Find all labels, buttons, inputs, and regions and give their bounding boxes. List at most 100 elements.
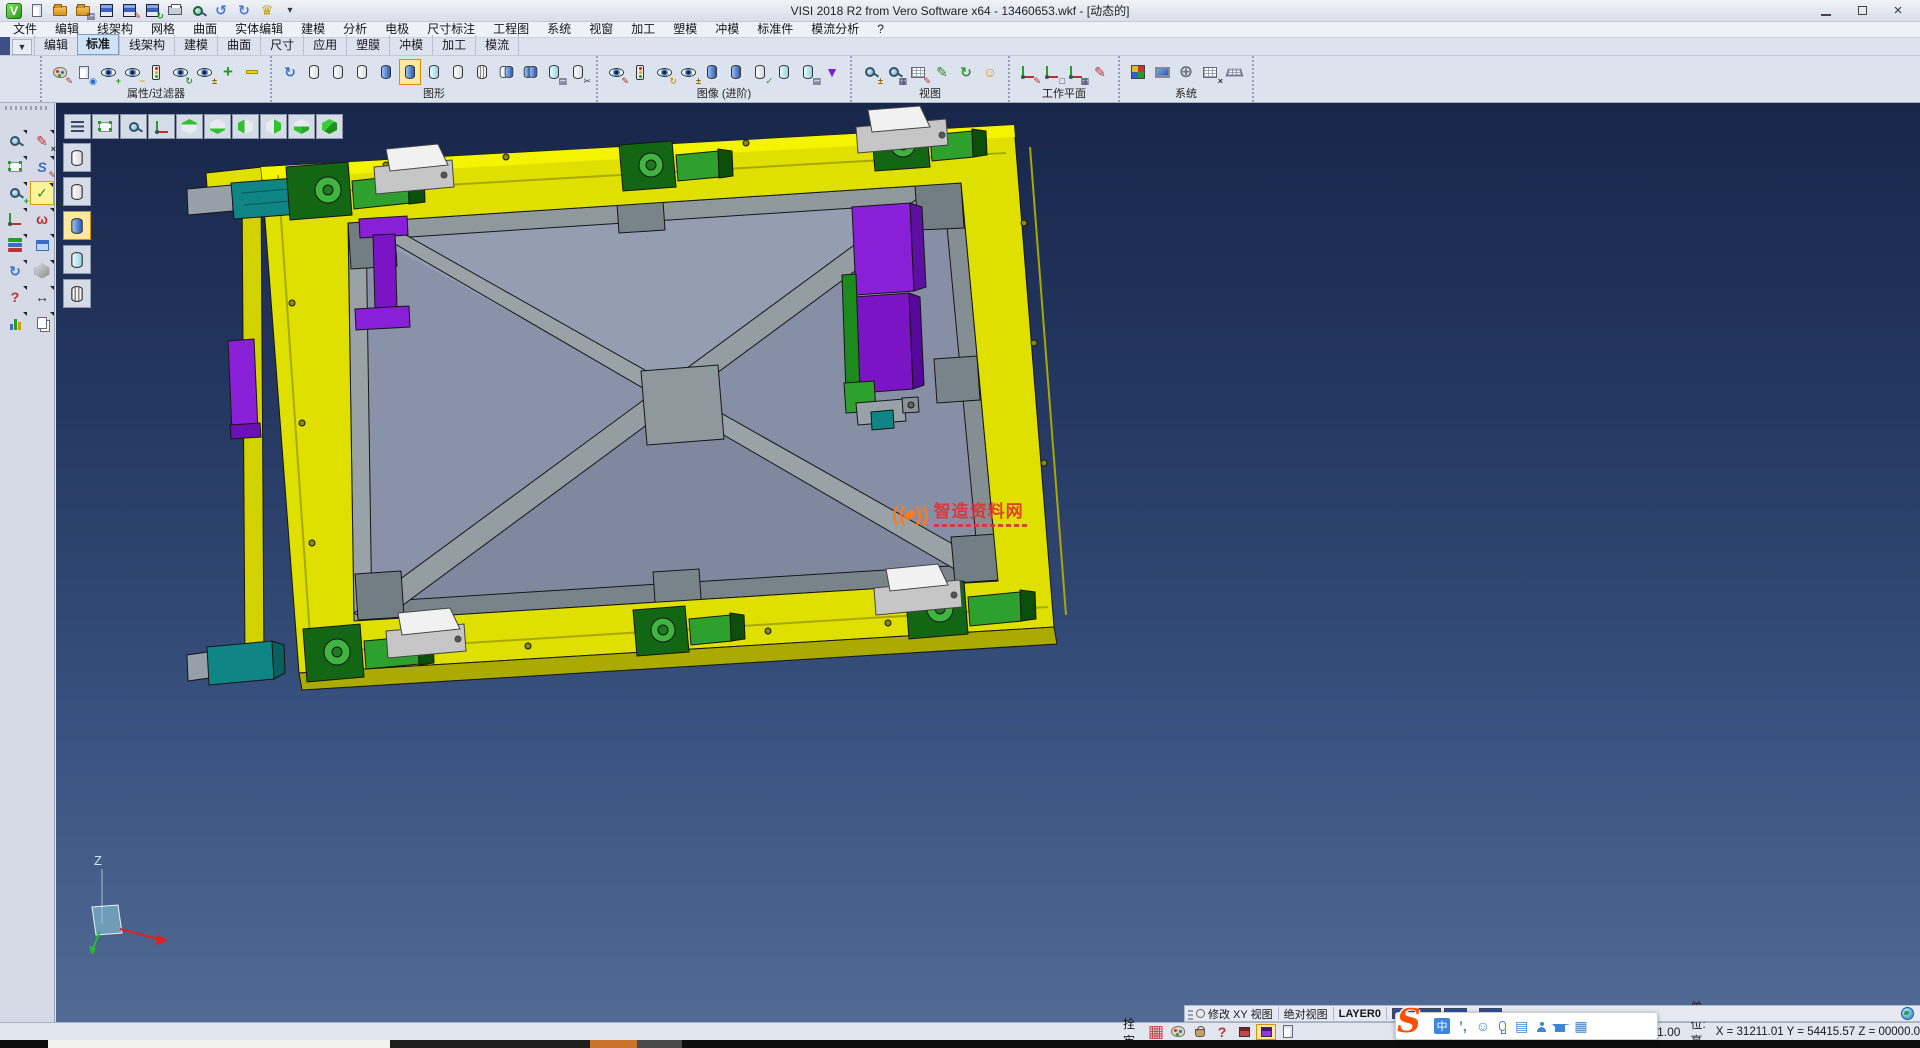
save-icon[interactable]	[96, 2, 116, 20]
traffic-light-icon[interactable]	[629, 59, 651, 85]
globe-icon[interactable]: ⊕	[1175, 59, 1197, 85]
close-button[interactable]: ×	[1880, 1, 1916, 21]
refresh-blue-icon[interactable]: ↻	[3, 259, 27, 283]
save-as-icon[interactable]: ✎	[119, 2, 139, 20]
tab-冲模[interactable]: 冲模	[389, 35, 432, 55]
menu-模流分析[interactable]: 模流分析	[802, 22, 868, 37]
menu-标准件[interactable]: 标准件	[748, 22, 802, 37]
menu-?[interactable]: ?	[868, 22, 893, 37]
maximize-button[interactable]	[1844, 1, 1880, 21]
redo-icon[interactable]: ↻	[234, 2, 254, 20]
minus-yellow-icon[interactable]	[241, 59, 263, 85]
microphone-icon[interactable]	[1499, 1021, 1506, 1031]
smiley-icon[interactable]: ☺	[979, 59, 1001, 85]
app-logo-icon[interactable]: V	[4, 2, 24, 20]
sidebar-grip[interactable]	[5, 106, 49, 110]
person-icon[interactable]	[1537, 1020, 1546, 1032]
books-icon[interactable]	[3, 233, 27, 257]
menu-list-icon[interactable]	[64, 114, 91, 139]
eye-minus-icon[interactable]: −	[121, 59, 143, 85]
cube-top-icon[interactable]	[176, 114, 203, 139]
tab-应用[interactable]: 应用	[303, 35, 346, 55]
frame-select-icon[interactable]	[3, 155, 27, 179]
eye-plusminus-icon[interactable]: ±	[677, 59, 699, 85]
tab-曲面[interactable]: 曲面	[217, 35, 260, 55]
eye-plusminus-icon[interactable]: ±	[193, 59, 215, 85]
pages-icon[interactable]	[30, 311, 54, 335]
cyl-pair-icon[interactable]	[495, 59, 517, 85]
cyl-blue-icon[interactable]	[725, 59, 747, 85]
view-mode-label[interactable]: 绝对视图	[1284, 1006, 1328, 1022]
lens-plusminus-icon[interactable]: ±	[859, 59, 881, 85]
box-purple-selected-icon[interactable]	[1256, 1024, 1276, 1040]
question-icon[interactable]: ?	[3, 285, 27, 309]
cyl-outline-icon[interactable]	[447, 59, 469, 85]
cyl-clipboard-icon[interactable]: ▤	[797, 59, 819, 85]
lens-grid-icon[interactable]: ▦	[883, 59, 905, 85]
eye-refresh-icon[interactable]: ↻	[169, 59, 191, 85]
cone-purple-icon[interactable]: ▼	[821, 59, 843, 85]
plus-green-icon[interactable]: +	[217, 59, 239, 85]
axis-pencil-icon[interactable]: ✎	[1017, 59, 1039, 85]
cyl-lightblue-icon[interactable]	[63, 245, 91, 274]
dropdown-icon[interactable]: ▾	[280, 2, 300, 20]
cube-gray-icon[interactable]	[30, 259, 54, 283]
print-icon[interactable]	[165, 2, 185, 20]
cyl-outline-icon[interactable]	[351, 59, 373, 85]
view-lens-icon[interactable]	[1196, 1009, 1205, 1018]
menu-冲模[interactable]: 冲模	[706, 22, 748, 37]
axis-triad-icon[interactable]	[148, 114, 175, 139]
monitor-icon[interactable]	[1151, 59, 1173, 85]
open-copy-icon[interactable]: ▤	[73, 2, 93, 20]
undo-icon[interactable]: ↺	[211, 2, 231, 20]
pencil-red-icon[interactable]: ✎	[1089, 59, 1111, 85]
tab-编辑[interactable]: 编辑	[34, 35, 77, 55]
3d-viewport[interactable]: Z (()) 智造资料网 修改 XY 视图	[56, 103, 1920, 1022]
grid-persp-icon[interactable]	[1223, 59, 1245, 85]
cyl-blue-selected-icon[interactable]	[399, 59, 421, 85]
pencil-x-icon[interactable]: ✎×	[30, 129, 54, 153]
menu-加工[interactable]: 加工	[622, 22, 664, 37]
cyl-striped-icon[interactable]	[63, 279, 91, 308]
bucket-icon[interactable]	[1190, 1024, 1210, 1040]
punctuation-icon[interactable]: ’,	[1459, 1018, 1467, 1034]
fit-view-icon[interactable]	[92, 114, 119, 139]
question-icon[interactable]: ?	[1212, 1024, 1232, 1040]
cube-bottom-icon[interactable]	[204, 114, 231, 139]
globe-icon[interactable]	[1901, 1007, 1914, 1020]
tab-建模[interactable]: 建模	[174, 35, 217, 55]
cube-right-icon[interactable]	[260, 114, 287, 139]
strip-grip[interactable]	[1188, 1008, 1193, 1020]
save-all-icon[interactable]: ↻	[142, 2, 162, 20]
cube-left-icon[interactable]	[232, 114, 259, 139]
menu-塑模[interactable]: 塑模	[664, 22, 706, 37]
axis-triad-icon[interactable]	[3, 207, 27, 231]
cyl-outline-icon[interactable]	[327, 59, 349, 85]
new-doc-icon[interactable]	[27, 2, 47, 20]
tab-线架构[interactable]: 线架构	[119, 35, 174, 55]
grid-colors-icon[interactable]	[1127, 59, 1149, 85]
cyl-clipboard-icon[interactable]: ▤	[543, 59, 565, 85]
cyl-pair-blue-icon[interactable]	[519, 59, 541, 85]
cube-iso-icon[interactable]	[316, 114, 343, 139]
zoom-lens-icon[interactable]	[120, 114, 147, 139]
emoji-icon[interactable]: ☺	[1476, 1018, 1490, 1034]
palette-yellow-icon[interactable]	[1168, 1024, 1188, 1040]
skin-shirt-icon[interactable]	[1555, 1021, 1565, 1032]
check-icon[interactable]: ✓	[30, 181, 54, 205]
grid-menu-icon[interactable]: ▦	[1574, 1018, 1587, 1035]
3d-model-mold-frame[interactable]: Z	[56, 103, 1920, 1022]
cyl-outline-icon[interactable]	[303, 59, 325, 85]
eye-pencil-icon[interactable]: ✎	[605, 59, 627, 85]
axis-grid-icon[interactable]: ▦	[1065, 59, 1087, 85]
cyl-outline-icon[interactable]	[63, 177, 91, 206]
pencil-green-icon[interactable]: ✎	[931, 59, 953, 85]
view-label[interactable]: 修改 XY 视图	[1208, 1006, 1273, 1022]
cube-front-icon[interactable]	[288, 114, 315, 139]
lens-sphere-icon[interactable]	[3, 129, 27, 153]
spline-icon[interactable]: ω	[30, 207, 54, 231]
taskbar-active-app-segment[interactable]	[590, 1040, 637, 1048]
pencil-s-icon[interactable]: S✎	[30, 155, 54, 179]
palette-edit-icon[interactable]: ✎	[49, 59, 71, 85]
minimize-button[interactable]	[1808, 1, 1844, 21]
